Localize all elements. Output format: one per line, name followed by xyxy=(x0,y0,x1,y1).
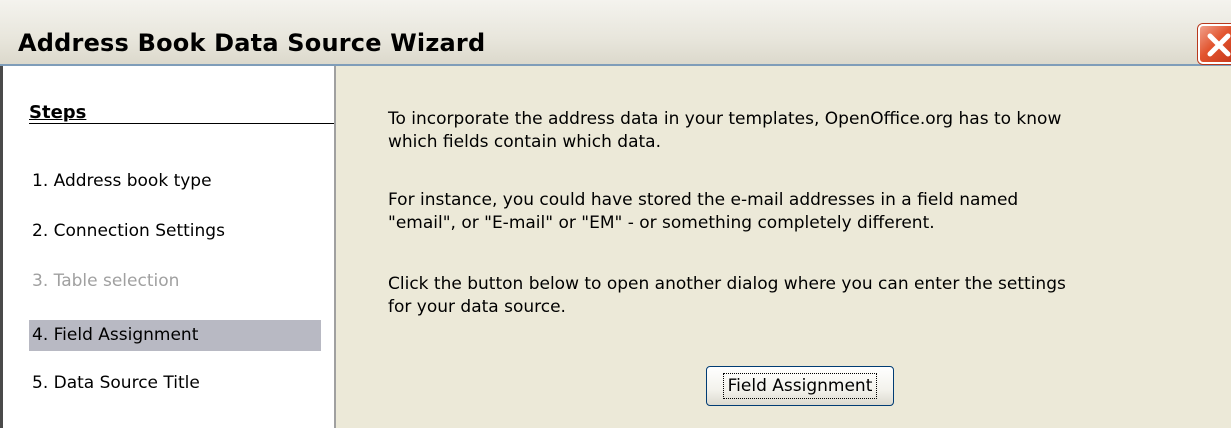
step-data-source-title[interactable]: 5. Data Source Title xyxy=(29,368,321,399)
content-panel: To incorporate the address data in your … xyxy=(336,66,1231,428)
step-field-assignment[interactable]: 4. Field Assignment xyxy=(29,320,321,351)
example-line-2: "email", or "E-mail" or "EM" - or someth… xyxy=(388,213,935,233)
title-bar[interactable]: Address Book Data Source Wizard xyxy=(0,0,1231,66)
intro-line-2: which fields contain which data. xyxy=(388,132,661,152)
wizard-dialog: Address Book Data Source Wizard Steps 1.… xyxy=(0,0,1231,428)
instruction-line-2: for your data source. xyxy=(388,297,566,317)
close-icon xyxy=(1207,33,1231,57)
window-title: Address Book Data Source Wizard xyxy=(18,29,486,57)
steps-panel: Steps 1. Address book type 2. Connection… xyxy=(0,66,336,428)
example-line-1: For instance, you could have stored the … xyxy=(388,190,1019,210)
field-assignment-button-label: Field Assignment xyxy=(722,373,878,399)
step-table-selection: 3. Table selection xyxy=(32,271,180,291)
field-assignment-button[interactable]: Field Assignment xyxy=(706,366,894,406)
instruction-paragraph: Click the button below to open another d… xyxy=(388,273,1188,319)
intro-line-1: To incorporate the address data in your … xyxy=(388,109,1062,129)
close-button[interactable] xyxy=(1198,24,1231,64)
steps-header: Steps xyxy=(29,102,87,123)
example-paragraph: For instance, you could have stored the … xyxy=(388,189,1188,235)
step-connection-settings[interactable]: 2. Connection Settings xyxy=(29,216,321,247)
instruction-line-1: Click the button below to open another d… xyxy=(388,274,1066,294)
step-address-book-type[interactable]: 1. Address book type xyxy=(29,166,321,197)
steps-divider xyxy=(29,123,334,124)
intro-paragraph: To incorporate the address data in your … xyxy=(388,108,1188,154)
